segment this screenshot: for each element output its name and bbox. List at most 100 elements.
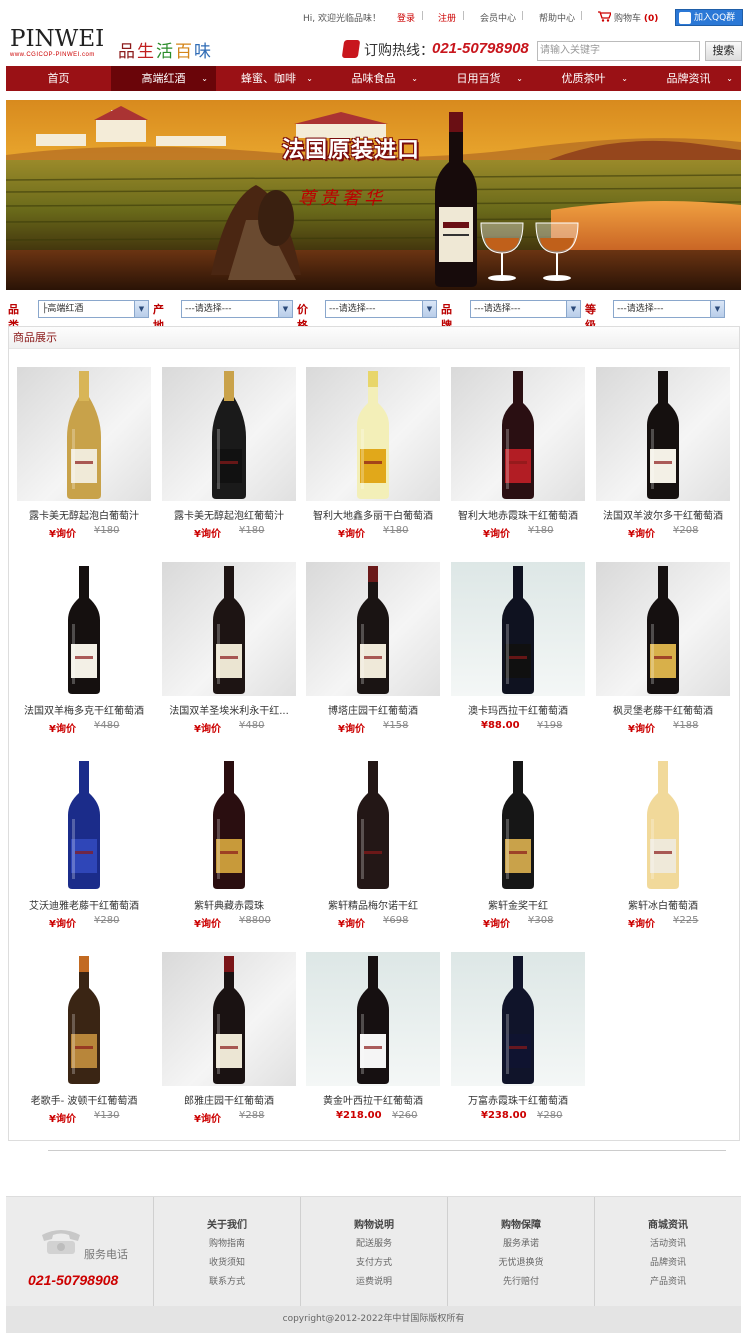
brand-select[interactable]: ---请选择--- ▼ (470, 300, 581, 318)
nav-item-home[interactable]: 首页 (6, 66, 111, 91)
product-name[interactable]: 枫灵堡老藤干红葡萄酒 (592, 702, 734, 717)
product-image[interactable] (17, 952, 151, 1086)
search-input[interactable]: 请输入关键字 (537, 41, 700, 61)
product-image[interactable] (596, 367, 730, 501)
footer-link[interactable]: 服务承诺 (448, 1238, 594, 1250)
footer-link[interactable]: 配送服务 (301, 1238, 447, 1250)
chevron-down-icon: ⌄ (201, 74, 208, 83)
join-qq-button[interactable]: 加入QQ群 (675, 9, 743, 26)
product-name[interactable]: 郎雅庄园干红葡萄酒 (158, 1092, 300, 1107)
product-card[interactable]: 博塔庄园干红葡萄酒 ¥询价 ¥158 (306, 562, 440, 742)
product-image[interactable] (17, 367, 151, 501)
origin-select[interactable]: ---请选择--- ▼ (181, 300, 293, 318)
product-name[interactable]: 露卡美无醇起泡红葡萄汁 (158, 507, 300, 522)
footer-link[interactable]: 联系方式 (154, 1276, 300, 1288)
nav-item-honey-coffee[interactable]: 蜂蜜、咖啡 ⌄ (216, 66, 321, 91)
product-price: ¥询价 (49, 724, 76, 735)
product-image[interactable] (162, 562, 296, 696)
product-name[interactable]: 紫轩精品梅尔诺干红 (302, 897, 444, 912)
product-image[interactable] (162, 952, 296, 1086)
product-original-price: ¥280 (94, 915, 120, 926)
product-image[interactable] (162, 757, 296, 891)
product-image[interactable] (17, 757, 151, 891)
footer-link[interactable]: 收货须知 (154, 1257, 300, 1269)
grade-select[interactable]: ---请选择--- ▼ (613, 300, 725, 318)
product-card[interactable]: 枫灵堡老藤干红葡萄酒 ¥询价 ¥188 (596, 562, 730, 742)
product-name[interactable]: 澳卡玛西拉干红葡萄酒 (447, 702, 589, 717)
join-qq-label: 加入QQ群 (694, 13, 736, 23)
cart-link[interactable]: 购物车 (0) (614, 11, 658, 24)
register-link[interactable]: 注册 (438, 11, 456, 24)
product-card[interactable]: 法国双羊梅多克干红葡萄酒 ¥询价 ¥480 (17, 562, 151, 742)
login-link[interactable]: 登录 (397, 11, 415, 24)
product-name[interactable]: 博塔庄园干红葡萄酒 (302, 702, 444, 717)
site-logo[interactable]: PINWEI www.CGICOP-PINWEI.com (10, 27, 115, 63)
product-card[interactable]: 紫轩精品梅尔诺干红 ¥询价 ¥698 (306, 757, 440, 937)
product-card[interactable]: 露卡美无醇起泡白葡萄汁 ¥询价 ¥180 (17, 367, 151, 547)
footer-link[interactable]: 产品资讯 (595, 1276, 741, 1288)
product-image[interactable] (596, 757, 730, 891)
product-card[interactable]: 智利大地赤霞珠干红葡萄酒 ¥询价 ¥180 (451, 367, 585, 547)
product-card[interactable]: 郎雅庄园干红葡萄酒 ¥询价 ¥288 (162, 952, 296, 1132)
product-card[interactable]: 智利大地鑫多丽干白葡萄酒 ¥询价 ¥180 (306, 367, 440, 547)
help-center-link[interactable]: 帮助中心 (539, 11, 575, 24)
product-name[interactable]: 紫轩金奖干红 (447, 897, 589, 912)
nav-item-brand-news[interactable]: 品牌资讯 ⌄ (636, 66, 741, 91)
footer-link[interactable]: 品牌资讯 (595, 1257, 741, 1269)
footer-link[interactable]: 活动资讯 (595, 1238, 741, 1250)
slogan-char: 百 (175, 42, 194, 62)
product-name[interactable]: 紫轩典藏赤霞珠 (158, 897, 300, 912)
product-name[interactable]: 法国双羊波尔多干红葡萄酒 (592, 507, 734, 522)
product-name[interactable]: 艾沃迪雅老藤干红葡萄酒 (13, 897, 155, 912)
product-image[interactable] (451, 367, 585, 501)
product-image[interactable] (17, 562, 151, 696)
member-center-link[interactable]: 会员中心 (480, 11, 516, 24)
search-button[interactable]: 搜索 (705, 41, 742, 61)
product-image[interactable] (306, 562, 440, 696)
product-name[interactable]: 紫轩冰白葡萄酒 (592, 897, 734, 912)
price-select[interactable]: ---请选择--- ▼ (325, 300, 437, 318)
nav-item-daily-goods[interactable]: 日用百货 ⌄ (426, 66, 531, 91)
nav-item-tea[interactable]: 优质茶叶 ⌄ (531, 66, 636, 91)
nav-item-food[interactable]: 品味食品 ⌄ (321, 66, 426, 91)
product-name[interactable]: 黄金叶西拉干红葡萄酒 (302, 1092, 444, 1107)
product-name[interactable]: 法国双羊梅多克干红葡萄酒 (13, 702, 155, 717)
hero-banner[interactable]: 法国原装进口 尊贵奢华 (6, 100, 741, 290)
product-image[interactable] (162, 367, 296, 501)
product-name[interactable]: 智利大地鑫多丽干白葡萄酒 (302, 507, 444, 522)
footer-link[interactable]: 购物指南 (154, 1238, 300, 1250)
product-image[interactable] (306, 757, 440, 891)
nav-label: 高端红酒 (141, 72, 186, 85)
product-image[interactable] (451, 952, 585, 1086)
category-select[interactable]: ├高端红酒 ▼ (38, 300, 149, 318)
wine-bottle-icon (502, 371, 534, 499)
product-card[interactable]: 紫轩冰白葡萄酒 ¥询价 ¥225 (596, 757, 730, 937)
product-name[interactable]: 万富赤霞珠干红葡萄酒 (447, 1092, 589, 1107)
product-card[interactable]: 艾沃迪雅老藤干红葡萄酒 ¥询价 ¥280 (17, 757, 151, 937)
product-name[interactable]: 智利大地赤霞珠干红葡萄酒 (447, 507, 589, 522)
product-image[interactable] (596, 562, 730, 696)
footer-link[interactable]: 支付方式 (301, 1257, 447, 1269)
product-image[interactable] (451, 562, 585, 696)
footer-link[interactable]: 运费说明 (301, 1276, 447, 1288)
product-image[interactable] (306, 367, 440, 501)
product-card[interactable]: 紫轩典藏赤霞珠 ¥询价 ¥8800 (162, 757, 296, 937)
product-card[interactable]: 紫轩金奖干红 ¥询价 ¥308 (451, 757, 585, 937)
footer-link[interactable]: 先行赔付 (448, 1276, 594, 1288)
product-card[interactable]: 万富赤霞珠干红葡萄酒 ¥238.00 ¥280 (451, 952, 585, 1132)
product-card[interactable]: 露卡美无醇起泡红葡萄汁 ¥询价 ¥180 (162, 367, 296, 547)
product-card[interactable]: 黄金叶西拉干红葡萄酒 ¥218.00 ¥260 (306, 952, 440, 1132)
nav-item-wine[interactable]: 高端红酒 ⌄ (111, 66, 216, 91)
product-card[interactable]: 法国双羊圣埃米利永干红... ¥询价 ¥480 (162, 562, 296, 742)
product-card[interactable]: 法国双羊波尔多干红葡萄酒 ¥询价 ¥208 (596, 367, 730, 547)
product-original-price: ¥480 (239, 720, 265, 731)
product-name[interactable]: 法国双羊圣埃米利永干红... (158, 702, 300, 717)
product-card[interactable]: 老歌手- 波顿干红葡萄酒 ¥询价 ¥130 (17, 952, 151, 1132)
product-image[interactable] (451, 757, 585, 891)
product-name[interactable]: 老歌手- 波顿干红葡萄酒 (13, 1092, 155, 1107)
product-card[interactable]: 澳卡玛西拉干红葡萄酒 ¥88.00 ¥198 (451, 562, 585, 742)
product-name[interactable]: 露卡美无醇起泡白葡萄汁 (13, 507, 155, 522)
cart-icon[interactable] (598, 11, 611, 22)
product-image[interactable] (306, 952, 440, 1086)
footer-link[interactable]: 无忧退换货 (448, 1257, 594, 1269)
